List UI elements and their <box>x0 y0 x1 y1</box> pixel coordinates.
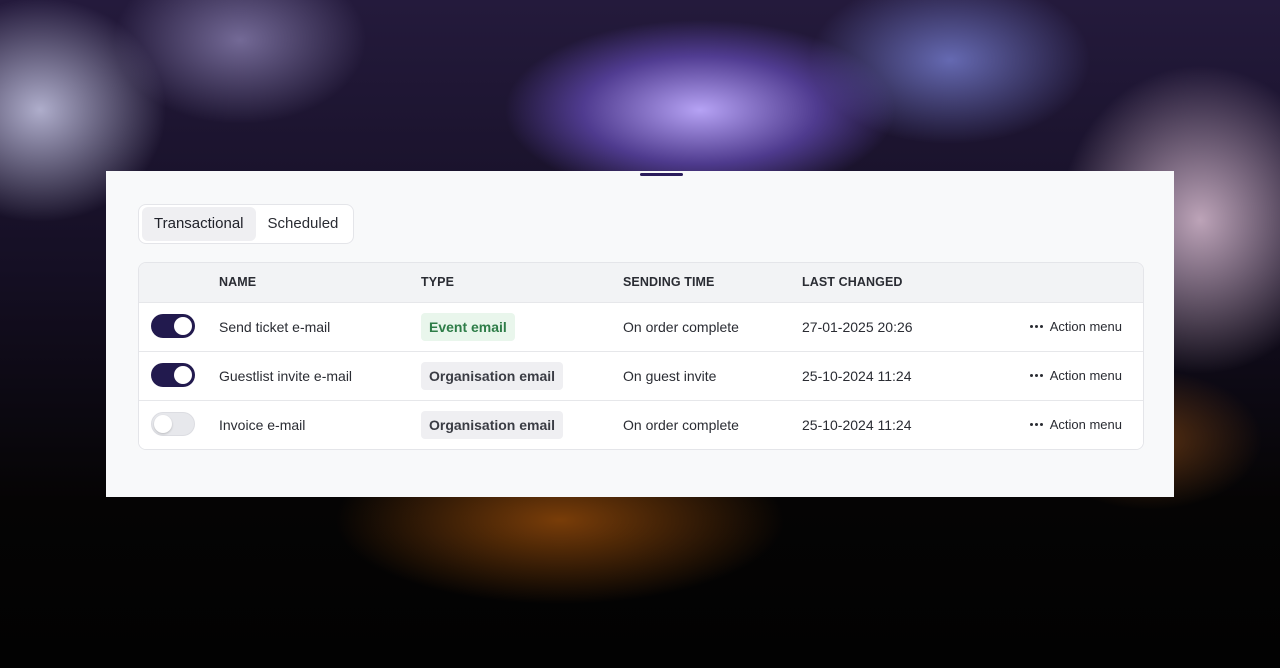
email-type-tabs: Transactional Scheduled <box>138 204 355 244</box>
action-menu-button[interactable]: Action menu <box>1029 319 1122 334</box>
email-name: Send ticket e-mail <box>219 319 331 335</box>
tab-transactional[interactable]: Transactional <box>142 207 256 241</box>
toggle-knob <box>174 317 192 335</box>
toggle-knob <box>154 415 172 433</box>
column-header-last-changed[interactable]: LAST CHANGED <box>802 275 903 289</box>
tab-scheduled[interactable]: Scheduled <box>256 207 351 241</box>
table-row: Invoice e-mail Organisation email On ord… <box>139 401 1143 449</box>
action-menu-label: Action menu <box>1049 417 1122 432</box>
email-name: Guestlist invite e-mail <box>219 368 353 384</box>
table-header: NAME TYPE SENDING TIME LAST CHANGED <box>139 263 1143 303</box>
more-dots-icon <box>1029 325 1043 328</box>
type-badge: Organisation email <box>421 411 564 439</box>
sending-time: On order complete <box>623 417 739 433</box>
column-header-type[interactable]: TYPE <box>421 275 454 289</box>
column-header-sending-time[interactable]: SENDING TIME <box>623 275 714 289</box>
email-settings-panel: Transactional Scheduled NAME TYPE SENDIN… <box>106 171 1174 497</box>
more-dots-icon <box>1029 423 1043 426</box>
last-changed: 25-10-2024 11:24 <box>802 368 912 384</box>
last-changed: 25-10-2024 11:24 <box>802 417 912 433</box>
enabled-toggle[interactable] <box>151 363 195 387</box>
enabled-toggle[interactable] <box>151 412 195 436</box>
action-menu-label: Action menu <box>1049 319 1122 334</box>
action-menu-label: Action menu <box>1049 368 1122 383</box>
email-table: NAME TYPE SENDING TIME LAST CHANGED Send… <box>138 262 1144 450</box>
table-row: Guestlist invite e-mail Organisation ema… <box>139 352 1143 401</box>
email-name: Invoice e-mail <box>219 417 306 433</box>
action-menu-button[interactable]: Action menu <box>1029 417 1122 432</box>
type-badge: Organisation email <box>421 362 564 390</box>
sending-time: On guest invite <box>623 368 717 384</box>
type-badge: Event email <box>421 313 515 341</box>
active-section-indicator <box>640 173 683 176</box>
table-row: Send ticket e-mail Event email On order … <box>139 303 1143 352</box>
toggle-knob <box>174 366 192 384</box>
last-changed: 27-01-2025 20:26 <box>802 319 913 335</box>
enabled-toggle[interactable] <box>151 314 195 338</box>
more-dots-icon <box>1029 374 1043 377</box>
column-header-name[interactable]: NAME <box>219 275 256 289</box>
sending-time: On order complete <box>623 319 739 335</box>
action-menu-button[interactable]: Action menu <box>1029 368 1122 383</box>
